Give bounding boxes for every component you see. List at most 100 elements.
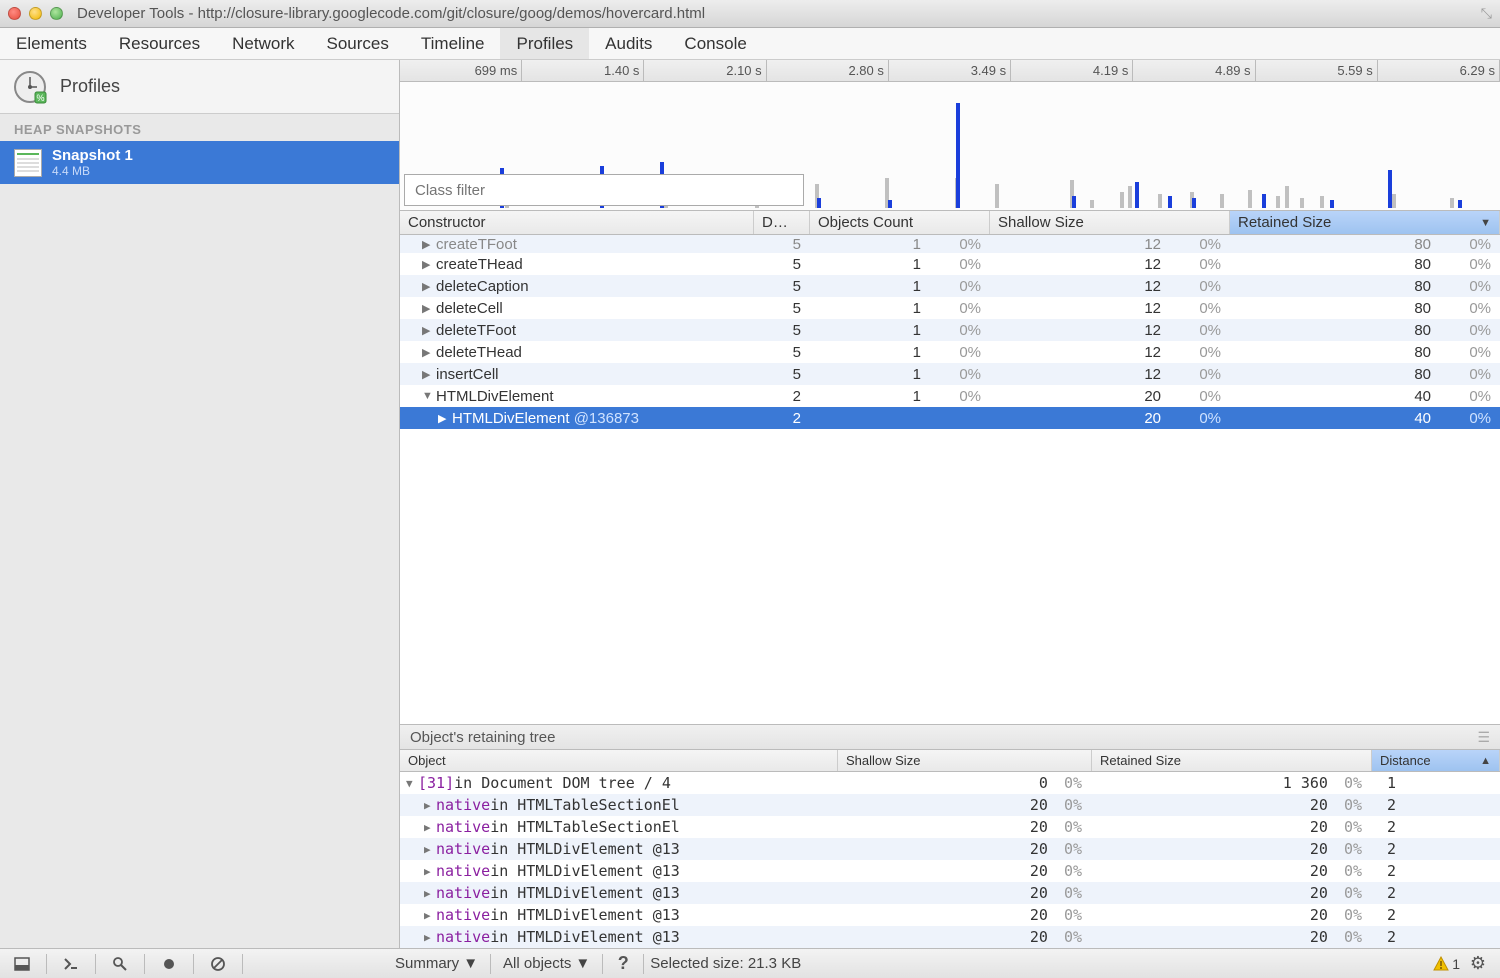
sidebar-section-label: HEAP SNAPSHOTS — [0, 114, 399, 141]
chevron-down-icon: ▼ — [575, 955, 590, 972]
table-row[interactable]: ▶native in HTMLDivElement @13200%200% 2 — [400, 860, 1500, 882]
table-row[interactable]: ▶deleteCell510%120%800% — [400, 297, 1500, 319]
timeline-bar — [1392, 194, 1396, 208]
disclosure-triangle-icon[interactable]: ▶ — [422, 302, 432, 315]
selected-size-label: Selected size: 21.3 KB — [650, 955, 801, 972]
timeline-bar — [995, 184, 999, 208]
help-button[interactable]: ? — [609, 952, 637, 976]
disclosure-triangle-icon[interactable]: ▼ — [422, 390, 432, 402]
timeline-bar — [1330, 200, 1334, 208]
tab-profiles[interactable]: Profiles — [500, 28, 589, 59]
class-filter-input[interactable] — [404, 174, 804, 206]
tab-sources[interactable]: Sources — [311, 28, 405, 59]
settings-button[interactable]: ⚙ — [1464, 952, 1492, 976]
timeline-bar — [1192, 198, 1196, 208]
col-retained-size[interactable]: Retained Size▼ — [1230, 211, 1500, 234]
col-shallow-size[interactable]: Shallow Size — [990, 211, 1230, 234]
warning-indicator[interactable]: 1 — [1433, 956, 1460, 972]
timeline-bar — [1158, 194, 1162, 208]
table-row[interactable]: ▶deleteTFoot510%120%800% — [400, 319, 1500, 341]
table-row[interactable]: ▼[31] in Document DOM tree / 400%1 3600%… — [400, 772, 1500, 794]
sidebar-header: % Profiles — [0, 60, 399, 114]
timeline-bar — [1262, 194, 1266, 208]
timeline-bar — [1128, 186, 1132, 208]
timeline-bar — [1300, 198, 1304, 208]
timeline-bar — [1320, 196, 1324, 208]
table-row[interactable]: ▶createTHead510%120%800% — [400, 253, 1500, 275]
timeline-bar — [1458, 200, 1462, 208]
minimize-window-button[interactable] — [29, 7, 42, 20]
tab-audits[interactable]: Audits — [589, 28, 668, 59]
col-objects-count[interactable]: Objects Count — [810, 211, 990, 234]
col-constructor[interactable]: Constructor — [400, 211, 754, 234]
traffic-lights — [8, 7, 63, 20]
timeline-bar — [956, 103, 960, 208]
disclosure-triangle-icon[interactable]: ▶ — [424, 887, 434, 900]
timeline-bar — [1248, 190, 1252, 208]
rcol-retained-size[interactable]: Retained Size — [1092, 750, 1372, 771]
table-row[interactable]: ▶native in HTMLDivElement @13200%200% 2 — [400, 904, 1500, 926]
retaining-table-header: Object Shallow Size Retained Size Distan… — [400, 750, 1500, 772]
disclosure-triangle-icon[interactable]: ▶ — [422, 368, 432, 381]
table-row[interactable]: ▶HTMLDivElement @1368732200%400% — [400, 407, 1500, 429]
table-row[interactable]: ▶createTFoot510%120%800% — [400, 235, 1500, 253]
disclosure-triangle-icon[interactable]: ▶ — [422, 238, 432, 251]
view-dropdown[interactable]: Summary ▼ — [389, 953, 484, 974]
col-distance[interactable]: D… — [754, 211, 810, 234]
record-button[interactable] — [155, 952, 183, 976]
tab-network[interactable]: Network — [216, 28, 310, 59]
expand-icon[interactable]: ⤡ — [1481, 5, 1492, 22]
retaining-table[interactable]: ▼[31] in Document DOM tree / 400%1 3600%… — [400, 772, 1500, 948]
retaining-tree-title: Object's retaining tree — [410, 729, 555, 746]
disclosure-triangle-icon[interactable]: ▶ — [438, 412, 448, 425]
disclosure-triangle-icon[interactable]: ▶ — [424, 931, 434, 944]
table-row[interactable]: ▶native in HTMLTableSectionEl200%200% 2 — [400, 794, 1500, 816]
table-row[interactable]: ▶native in HTMLTableSectionEl200%200% 2 — [400, 816, 1500, 838]
disclosure-triangle-icon[interactable]: ▶ — [422, 258, 432, 271]
constructor-table[interactable]: ▶createTFoot510%120%800%▶createTHead510%… — [400, 235, 1500, 724]
sort-desc-icon: ▼ — [1480, 217, 1491, 229]
table-row[interactable]: ▶deleteCaption510%120%800% — [400, 275, 1500, 297]
status-bar: Summary ▼ All objects ▼ ? Selected size:… — [0, 948, 1500, 978]
timeline-bar — [1072, 196, 1076, 208]
sidebar-item-snapshot[interactable]: Snapshot 1 4.4 MB — [0, 141, 399, 184]
clear-button[interactable] — [204, 952, 232, 976]
search-button[interactable] — [106, 952, 134, 976]
tab-resources[interactable]: Resources — [103, 28, 216, 59]
disclosure-triangle-icon[interactable]: ▶ — [424, 821, 434, 834]
window-title: Developer Tools - http://closure-library… — [77, 5, 1481, 22]
retaining-tree-header: Object's retaining tree ☰ — [400, 724, 1500, 750]
dock-button[interactable] — [8, 952, 36, 976]
console-button[interactable] — [57, 952, 85, 976]
table-row[interactable]: ▼HTMLDivElement210%200%400% — [400, 385, 1500, 407]
disclosure-triangle-icon[interactable]: ▶ — [422, 324, 432, 337]
disclosure-triangle-icon[interactable]: ▶ — [424, 909, 434, 922]
tab-elements[interactable]: Elements — [0, 28, 103, 59]
close-window-button[interactable] — [8, 7, 21, 20]
table-row[interactable]: ▶native in HTMLDivElement @13200%200% 2 — [400, 838, 1500, 860]
scope-dropdown[interactable]: All objects ▼ — [497, 953, 596, 974]
tab-timeline[interactable]: Timeline — [405, 28, 501, 59]
disclosure-triangle-icon[interactable]: ▶ — [424, 843, 434, 856]
constructor-table-header: Constructor D… Objects Count Shallow Siz… — [400, 210, 1500, 235]
rcol-object[interactable]: Object — [400, 750, 838, 771]
disclosure-triangle-icon[interactable]: ▶ — [424, 799, 434, 812]
table-row[interactable]: ▶native in HTMLDivElement @13200%200% 2 — [400, 926, 1500, 948]
timeline-bar — [888, 200, 892, 208]
zoom-window-button[interactable] — [50, 7, 63, 20]
sort-asc-icon: ▲ — [1480, 755, 1491, 767]
table-row[interactable]: ▶insertCell510%120%800% — [400, 363, 1500, 385]
tab-console[interactable]: Console — [668, 28, 762, 59]
table-row[interactable]: ▶deleteTHead510%120%800% — [400, 341, 1500, 363]
disclosure-triangle-icon[interactable]: ▶ — [424, 865, 434, 878]
timeline-bar — [1135, 182, 1139, 208]
rcol-distance[interactable]: Distance▲ — [1372, 750, 1500, 771]
disclosure-triangle-icon[interactable]: ▶ — [422, 346, 432, 359]
disclosure-triangle-icon[interactable]: ▶ — [422, 280, 432, 293]
snapshot-name: Snapshot 1 — [52, 147, 133, 164]
table-row[interactable]: ▶native in HTMLDivElement @13200%200% 2 — [400, 882, 1500, 904]
rcol-shallow-size[interactable]: Shallow Size — [838, 750, 1092, 771]
hamburger-icon[interactable]: ☰ — [1477, 729, 1490, 746]
timeline-overview[interactable]: 699 ms1.40 s2.10 s2.80 s3.49 s4.19 s4.89… — [400, 60, 1500, 210]
disclosure-triangle-icon[interactable]: ▼ — [406, 777, 416, 790]
